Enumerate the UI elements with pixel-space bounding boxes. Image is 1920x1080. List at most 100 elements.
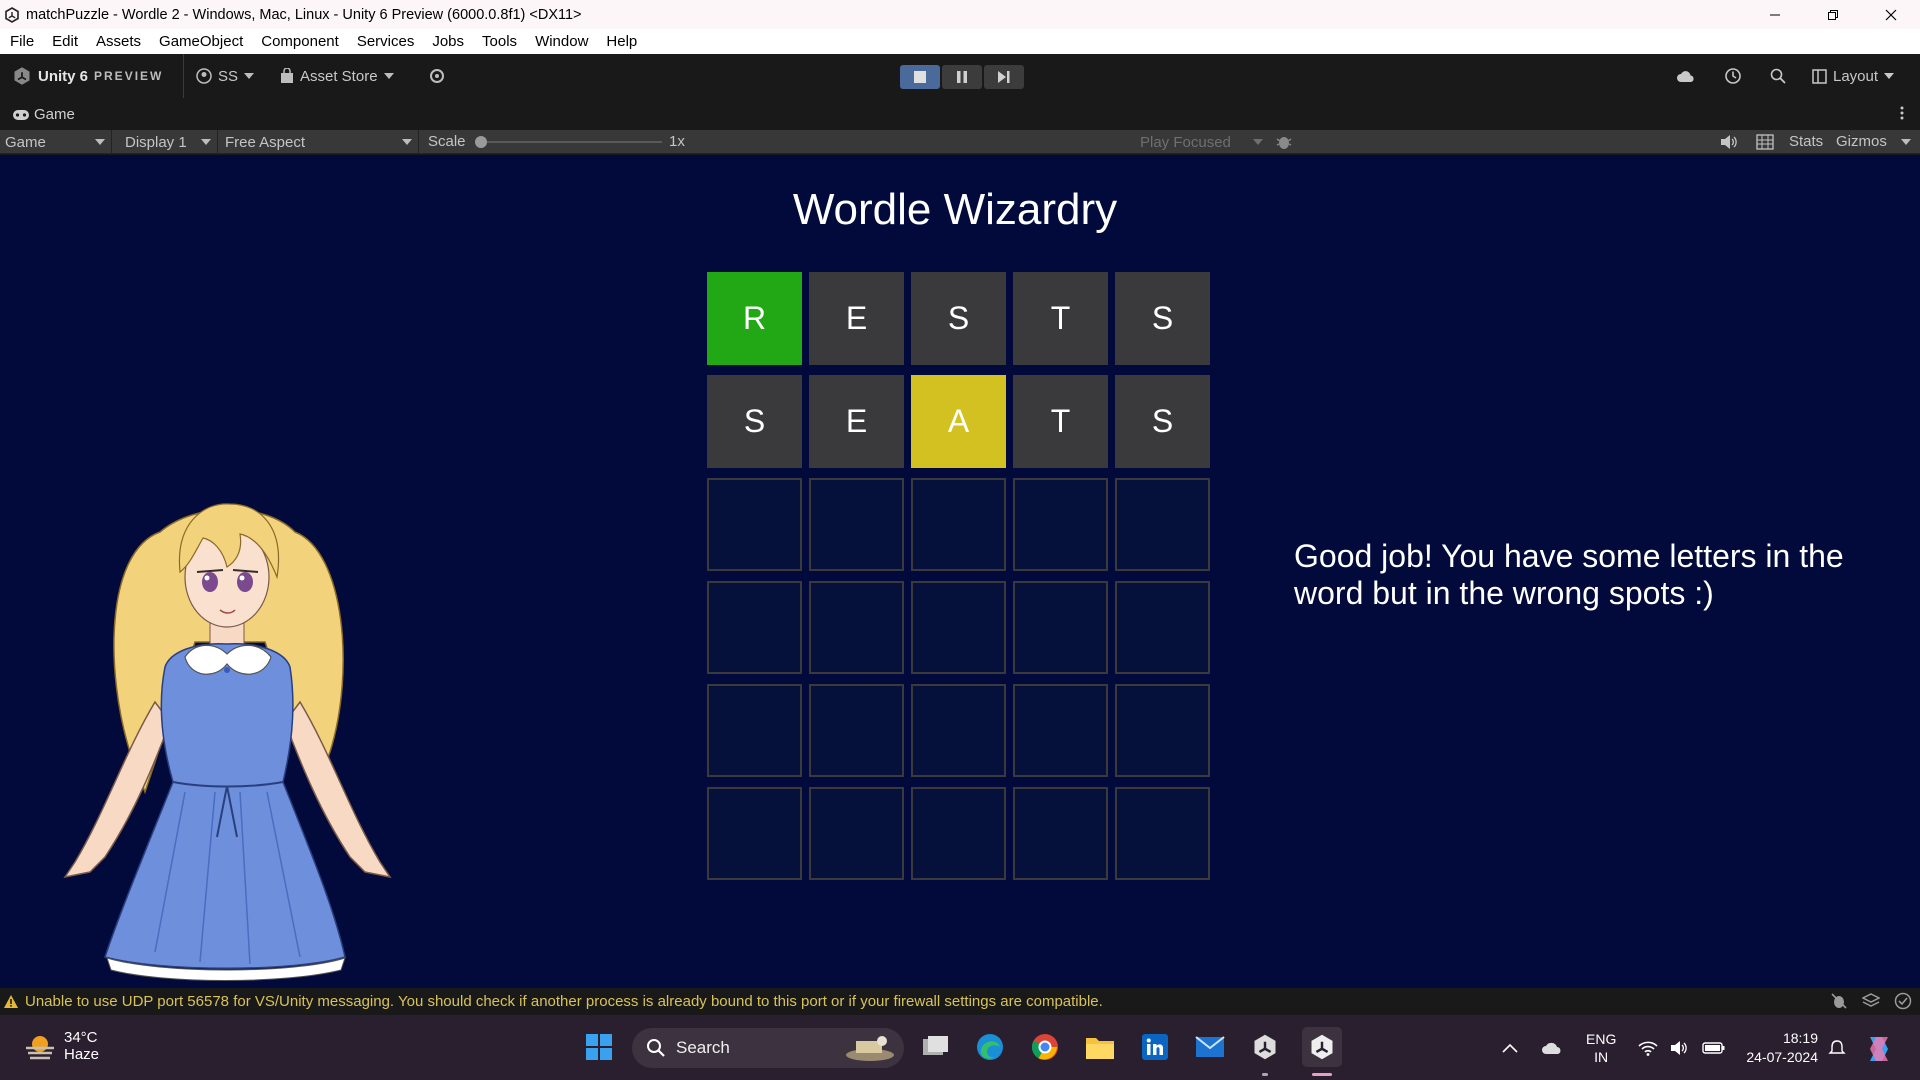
- checkmark-circle-icon[interactable]: [1894, 992, 1912, 1010]
- layout-dropdown[interactable]: Layout: [1812, 54, 1895, 98]
- menu-file[interactable]: File: [0, 33, 43, 50]
- menu-services[interactable]: Services: [348, 33, 424, 50]
- search-button[interactable]: [1770, 54, 1786, 98]
- unity-hub-icon[interactable]: [1247, 1029, 1283, 1065]
- bug-off-icon[interactable]: [1830, 992, 1848, 1010]
- cloud-button[interactable]: [1676, 54, 1696, 98]
- copilot-button[interactable]: [1864, 1015, 1894, 1080]
- edge-icon[interactable]: [972, 1029, 1008, 1065]
- chevron-down-icon: [244, 73, 255, 79]
- aspect-dropdown[interactable]: Free Aspect: [219, 130, 419, 154]
- chevron-down-icon: [402, 139, 412, 145]
- letter-tile: [1115, 684, 1210, 777]
- menu-tools[interactable]: Tools: [473, 33, 526, 50]
- letter-tile: [707, 787, 802, 880]
- show-hidden-icons-button[interactable]: [1502, 1015, 1518, 1080]
- grid-toggle-button[interactable]: [1756, 134, 1774, 154]
- scale-slider-thumb[interactable]: [475, 136, 487, 148]
- tab-game[interactable]: Game: [12, 106, 75, 123]
- bug-icon: [1276, 137, 1292, 149]
- menu-assets[interactable]: Assets: [87, 33, 150, 50]
- restore-button[interactable]: [1804, 0, 1862, 29]
- bug-button[interactable]: [1275, 133, 1293, 155]
- step-icon: [998, 71, 1010, 83]
- mail-icon[interactable]: [1192, 1029, 1228, 1065]
- feedback-message: Good job! You have some letters in the w…: [1294, 538, 1844, 611]
- editor-tab-bar: Game: [0, 98, 1920, 130]
- taskbar-search-box[interactable]: Search: [632, 1028, 904, 1068]
- layers-icon[interactable]: [1862, 992, 1880, 1010]
- chevron-down-icon: [95, 139, 105, 145]
- gizmos-chevron-down-icon[interactable]: [1901, 139, 1911, 145]
- account-icon: [196, 68, 212, 84]
- menu-help[interactable]: Help: [597, 33, 646, 50]
- notification-bell-icon: [1828, 1039, 1846, 1054]
- restore-icon: [1828, 9, 1838, 20]
- play-stop-button[interactable]: [900, 65, 940, 89]
- gizmos-button[interactable]: Gizmos: [1836, 133, 1887, 150]
- layout-label: Layout: [1833, 67, 1879, 85]
- account-dropdown[interactable]: SS: [183, 54, 255, 98]
- search-icon: [1770, 68, 1786, 84]
- search-placeholder: Search: [676, 1038, 730, 1057]
- view-dropdown[interactable]: Game: [0, 130, 112, 154]
- game-title: Wordle Wizardry: [792, 185, 1118, 234]
- windows-start-icon[interactable]: [581, 1029, 617, 1065]
- mute-audio-button[interactable]: [1720, 134, 1738, 154]
- display-dropdown[interactable]: Display 1: [118, 130, 218, 154]
- onedrive-icon: [1542, 1042, 1561, 1054]
- letter-tile: [1115, 581, 1210, 674]
- file-explorer-icon[interactable]: [1082, 1029, 1118, 1065]
- package-button[interactable]: [428, 54, 446, 98]
- step-button[interactable]: [984, 65, 1024, 89]
- letter-tile: [809, 478, 904, 571]
- onedrive-button[interactable]: [1540, 1015, 1564, 1080]
- cloud-icon: [1677, 71, 1694, 82]
- search-icon: [647, 1039, 665, 1057]
- unity-version-badge[interactable]: Unity 6 PREVIEW: [12, 54, 163, 98]
- language-indicator[interactable]: ENG IN: [1586, 1015, 1616, 1080]
- scale-slider-track[interactable]: [478, 141, 662, 143]
- weather-widget[interactable]: 34°C Haze: [24, 1029, 99, 1063]
- quick-settings-button[interactable]: [1638, 1015, 1726, 1080]
- history-button[interactable]: [1724, 54, 1742, 98]
- preview-label: PREVIEW: [94, 69, 164, 83]
- grid-icon: [1756, 134, 1774, 150]
- window-title: matchPuzzle - Wordle 2 - Windows, Mac, L…: [26, 6, 582, 23]
- unity-toolbar: Unity 6 PREVIEW SS Asset Store Layout: [0, 54, 1920, 98]
- menu-gameobject[interactable]: GameObject: [150, 33, 252, 50]
- game-viewport[interactable]: Wordle Wizardry RESTSSEATS Good job! You…: [0, 155, 1920, 988]
- menu-edit[interactable]: Edit: [43, 33, 87, 50]
- linkedin-icon[interactable]: [1137, 1029, 1173, 1065]
- menu-window[interactable]: Window: [526, 33, 597, 50]
- asset-store-dropdown[interactable]: Asset Store: [280, 54, 394, 98]
- menu-component[interactable]: Component: [252, 33, 348, 50]
- chevron-down-icon: [383, 73, 394, 79]
- search-highlight-image: [846, 1036, 894, 1061]
- notifications-button[interactable]: [1828, 1015, 1846, 1080]
- close-window-button[interactable]: [1862, 0, 1920, 29]
- window-titlebar: matchPuzzle - Wordle 2 - Windows, Mac, L…: [0, 0, 1920, 29]
- app-active-indicator: [1312, 1073, 1332, 1076]
- anime-girl-character-image: [63, 503, 392, 981]
- warning-icon: [4, 995, 18, 1008]
- copilot-icon: [1870, 1036, 1888, 1061]
- weather-desc: Haze: [64, 1046, 100, 1063]
- unity-editor-icon[interactable]: [1302, 1027, 1342, 1067]
- minimize-button[interactable]: [1746, 0, 1804, 29]
- letter-tile: S: [1115, 272, 1210, 365]
- task-view-icon[interactable]: [918, 1029, 954, 1065]
- letter-tile: S: [1115, 375, 1210, 468]
- play-mode-dropdown[interactable]: Play Focused: [1134, 130, 1269, 154]
- stats-button[interactable]: Stats: [1789, 133, 1823, 150]
- tab-options-button[interactable]: [1900, 106, 1904, 124]
- chevron-up-icon: [1502, 1043, 1518, 1053]
- chrome-icon[interactable]: [1027, 1029, 1063, 1065]
- pause-icon: [957, 71, 967, 83]
- aspect-label: Free Aspect: [225, 133, 306, 151]
- console-status-bar[interactable]: Unable to use UDP port 56578 for VS/Unit…: [0, 988, 1920, 1015]
- letter-tile: S: [911, 272, 1006, 365]
- menu-jobs[interactable]: Jobs: [423, 33, 473, 50]
- pause-button[interactable]: [942, 65, 982, 89]
- clock[interactable]: 18:19 24-07-2024: [1738, 1015, 1818, 1080]
